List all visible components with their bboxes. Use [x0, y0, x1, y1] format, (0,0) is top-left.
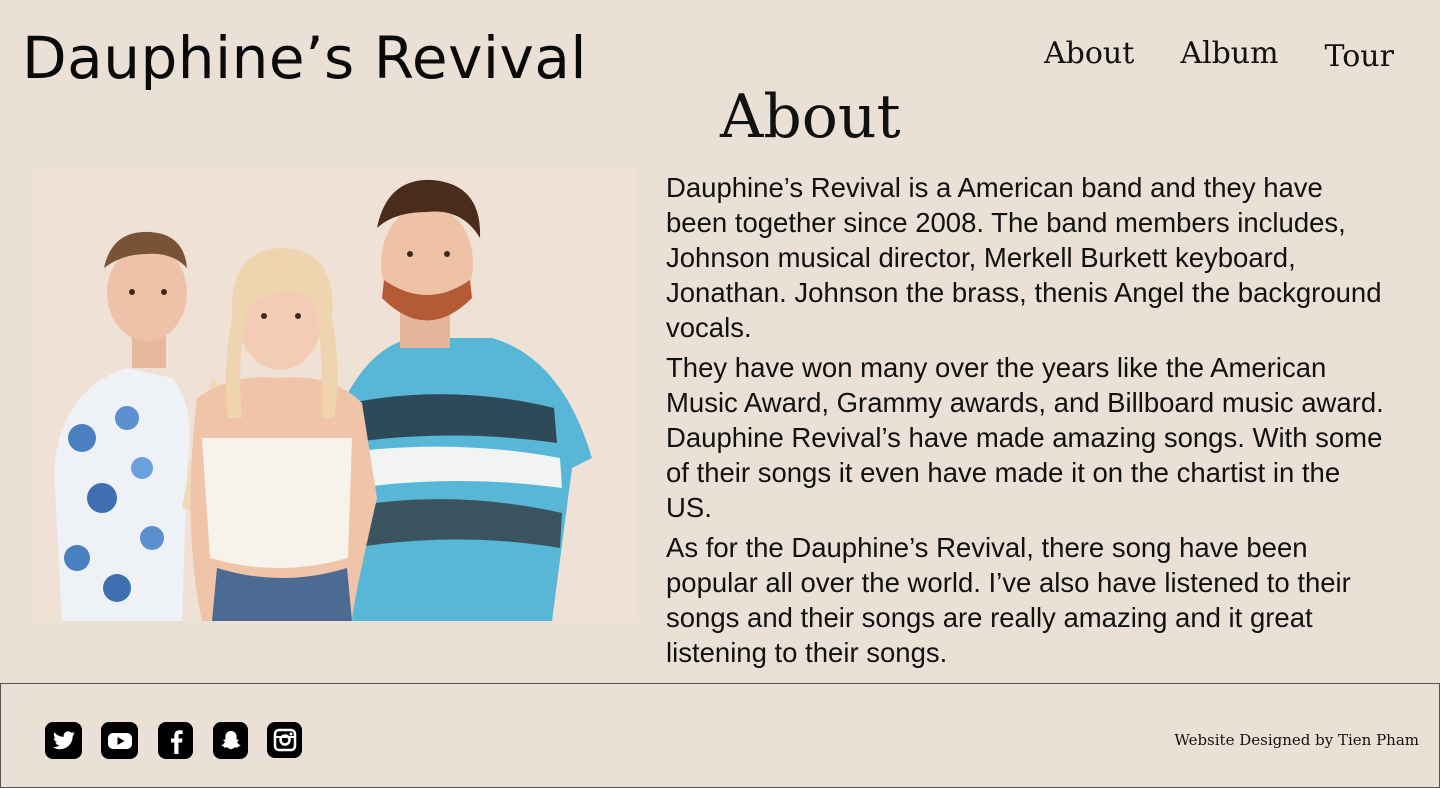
- youtube-icon[interactable]: [101, 722, 138, 759]
- band-photo: [32, 168, 636, 621]
- nav-album[interactable]: Album: [1180, 36, 1278, 74]
- about-paragraph-1: Dauphine’s Revival is a American band an…: [666, 172, 1382, 343]
- main-nav: About Album Tour: [1040, 36, 1394, 74]
- nav-about[interactable]: About: [1044, 36, 1134, 74]
- nav-tour[interactable]: Tour: [1325, 39, 1394, 74]
- twitter-icon[interactable]: [45, 722, 82, 759]
- site-title: Dauphine’s Revival: [22, 24, 587, 92]
- about-paragraph-3: As for the Dauphine’s Revival, there son…: [666, 532, 1351, 668]
- about-text: Dauphine’s Revival is a American band an…: [666, 170, 1386, 675]
- about-heading: About: [720, 82, 901, 152]
- footer: Website Designed by Tien Pham: [0, 683, 1440, 788]
- instagram-icon[interactable]: [267, 722, 302, 758]
- snapchat-icon[interactable]: [213, 722, 248, 759]
- page: Dauphine’s Revival About Album Tour Abou…: [0, 0, 1440, 788]
- social-links: [45, 722, 302, 759]
- designer-credit: Website Designed by Tien Pham: [1174, 731, 1419, 749]
- facebook-icon[interactable]: [158, 722, 193, 759]
- about-paragraph-2: They have won many over the years like t…: [666, 352, 1384, 523]
